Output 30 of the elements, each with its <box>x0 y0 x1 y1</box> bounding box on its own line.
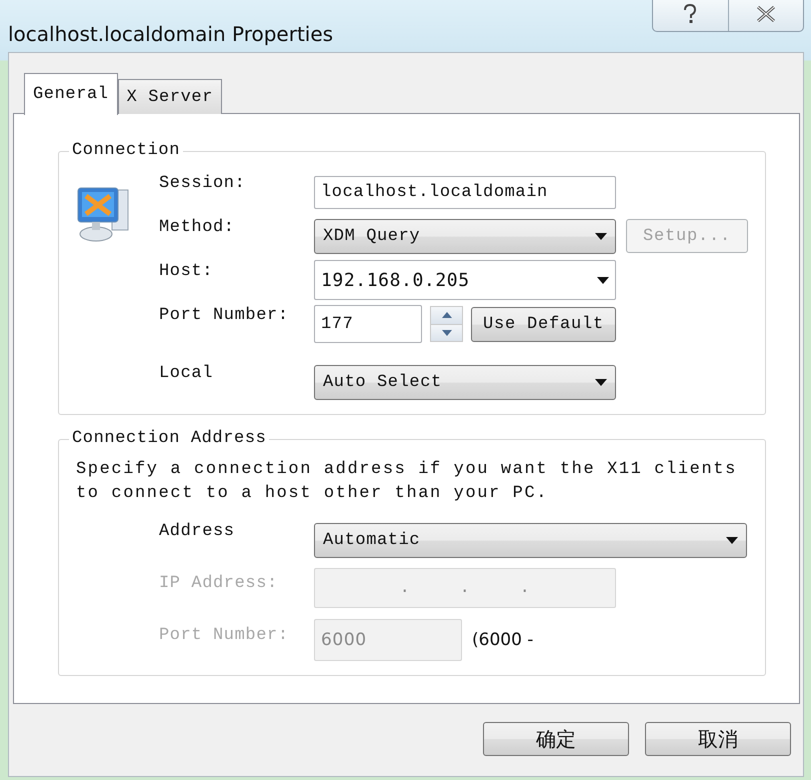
description-text: Specify a connection address if you want the X11 clients to connect to a host other than your PC. <box>75 459 738 505</box>
dropdown-arrow-icon[interactable] <box>595 232 607 240</box>
port-field[interactable]: 177 <box>314 305 422 343</box>
field-label: Port Number: <box>159 625 290 645</box>
up-arrow-icon[interactable] <box>442 312 452 318</box>
dropdown-arrow-icon[interactable] <box>726 536 738 544</box>
dropdown[interactable]: Auto Select <box>314 364 616 400</box>
dialog-button[interactable]: 取消 <box>645 722 791 756</box>
dropdown[interactable]: Automatic <box>314 522 747 558</box>
use-default-button[interactable]: Use Default <box>471 306 616 342</box>
field-label: Port Number: <box>159 305 290 325</box>
window-title: localhost.localdomain Properties <box>8 22 334 46</box>
field-label: IP Address: <box>159 573 279 593</box>
dropdown-arrow-icon[interactable] <box>597 276 609 284</box>
field-label: Host: <box>159 261 214 281</box>
range-note: (6000 - <box>472 630 534 650</box>
tab[interactable]: General <box>24 73 118 115</box>
help-icon[interactable] <box>683 4 698 24</box>
dropdown-arrow-icon[interactable] <box>595 378 607 386</box>
field-label: Local <box>159 363 214 383</box>
field-label: Session: <box>159 173 246 193</box>
down-arrow-icon[interactable] <box>442 330 452 336</box>
tab[interactable]: X Server <box>118 79 222 114</box>
close-icon[interactable] <box>756 6 776 22</box>
text-field[interactable]: localhost.localdomain <box>314 176 616 208</box>
combo-field[interactable]: 192.168.0.205 <box>314 260 616 300</box>
field-label: Address <box>159 521 236 541</box>
dialog-button[interactable]: 确定 <box>483 722 629 756</box>
dropdown[interactable]: XDM Query <box>314 218 616 254</box>
field-label: Method: <box>159 217 236 237</box>
